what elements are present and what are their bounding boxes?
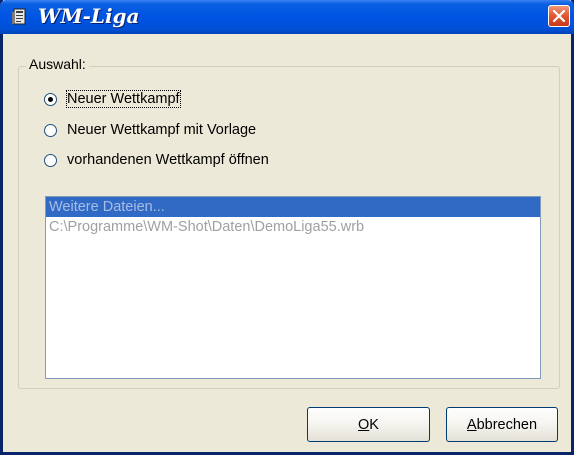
radio-label: Neuer Wettkampf mit Vorlage [67,122,257,138]
cancel-button-label: Abbrechen [466,416,538,433]
ok-button-label: OK [358,416,379,433]
group-label: Auswahl: [26,56,89,72]
radio-new-competition[interactable]: Neuer Wettkampf [44,89,181,109]
list-item[interactable]: Weitere Dateien... [46,197,540,217]
radio-new-competition-template[interactable]: Neuer Wettkampf mit Vorlage [44,120,256,140]
list-item[interactable]: C:\Programme\WM-Shot\Daten\DemoLiga55.wr… [46,217,540,237]
radio-button[interactable] [44,153,57,167]
close-button[interactable] [548,5,570,27]
cancel-button[interactable]: Abbrechen [446,407,558,442]
radio-button[interactable] [44,123,57,137]
radio-button[interactable] [44,92,57,106]
radio-label: Neuer Wettkampf [66,90,181,108]
ok-button[interactable]: OK [307,407,430,442]
close-icon [553,10,565,22]
radio-open-existing[interactable]: vorhandenen Wettkampf öffnen [44,150,269,170]
title-bar[interactable]: WM-Liga [0,0,574,34]
document-icon [12,8,28,26]
window-title: WM-Liga [38,4,140,28]
radio-label: vorhandenen Wettkampf öffnen [67,152,269,168]
file-listbox[interactable]: Weitere Dateien... C:\Programme\WM-Shot\… [45,196,541,379]
